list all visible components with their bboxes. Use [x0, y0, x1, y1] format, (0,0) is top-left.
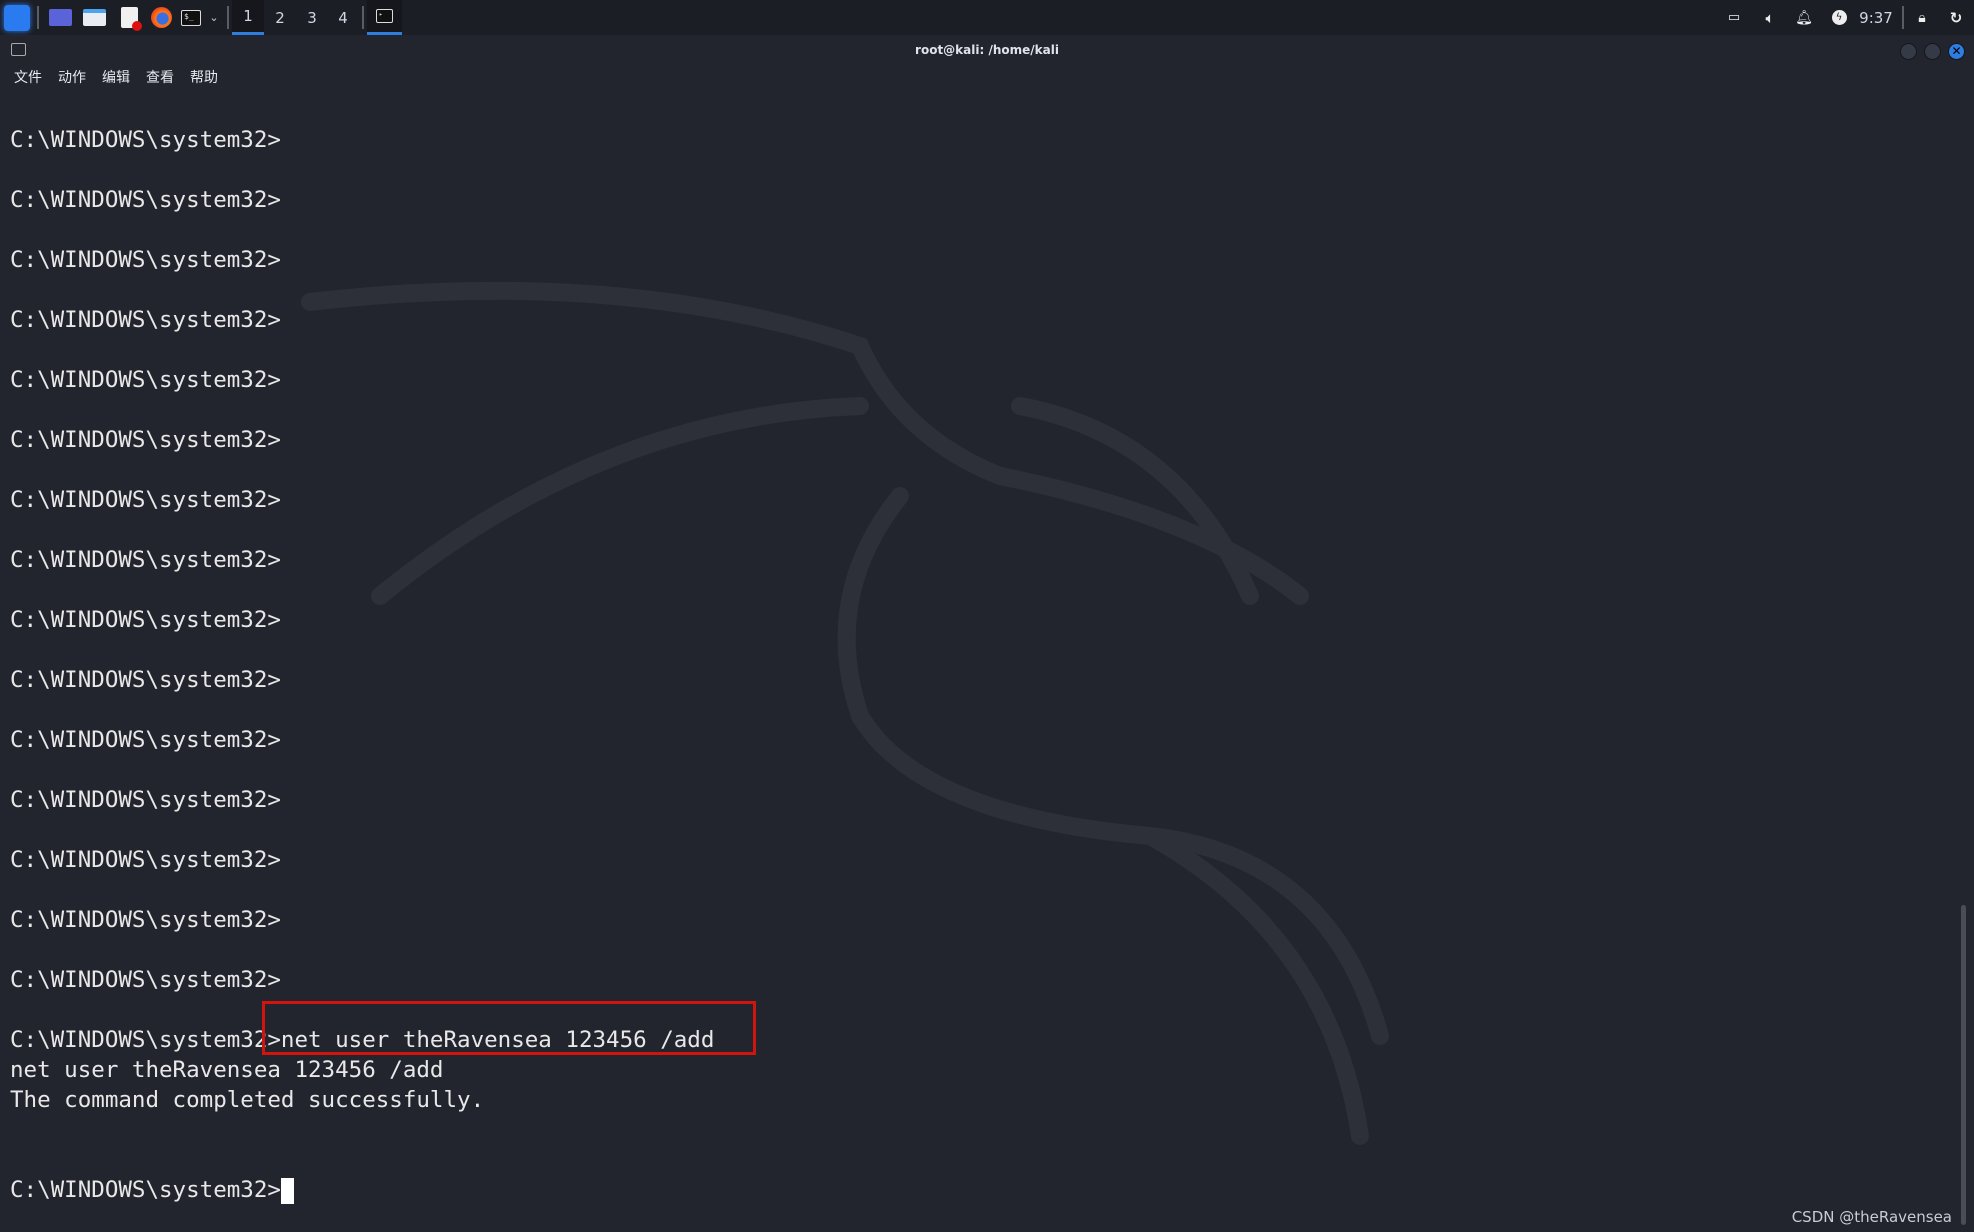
prompt-line: C:\WINDOWS\system32> [10, 847, 281, 873]
prompt-line: C:\WINDOWS\system32> [10, 607, 281, 633]
prompt-line: C:\WINDOWS\system32> [10, 247, 281, 273]
command-result: The command completed successfully. [10, 1087, 485, 1113]
logout-icon[interactable]: ↻ [1946, 0, 1966, 35]
prompt-line: C:\WINDOWS\system32> [10, 727, 281, 753]
prompt-line: C:\WINDOWS\system32> [10, 967, 281, 993]
highlight-box [262, 1001, 756, 1055]
prompt-line: C:\WINDOWS\system32> [10, 187, 281, 213]
cursor [280, 1177, 294, 1204]
prompt-line: C:\WINDOWS\system32> [10, 307, 281, 333]
prompt-line: C:\WINDOWS\system32> [10, 547, 281, 573]
prompt-line: C:\WINDOWS\system32> [10, 427, 281, 453]
final-prompt: C:\WINDOWS\system32> [10, 1177, 281, 1203]
prompt-line: C:\WINDOWS\system32> [10, 667, 281, 693]
command-echo: net user theRavensea 123456 /add [10, 1057, 444, 1083]
prompt-line: C:\WINDOWS\system32> [10, 367, 281, 393]
scrollbar[interactable] [1961, 905, 1966, 1225]
final-prompt-line[interactable]: C:\WINDOWS\system32> [10, 1175, 294, 1205]
watermark: CSDN @theRavensea [1791, 1208, 1952, 1226]
prompt-line: C:\WINDOWS\system32> [10, 487, 281, 513]
prompt-line: C:\WINDOWS\system32> [10, 907, 281, 933]
prompt-line: C:\WINDOWS\system32> [10, 787, 281, 813]
close-button[interactable]: ✕ [1948, 43, 1965, 60]
prompt-line: C:\WINDOWS\system32> [10, 127, 281, 153]
